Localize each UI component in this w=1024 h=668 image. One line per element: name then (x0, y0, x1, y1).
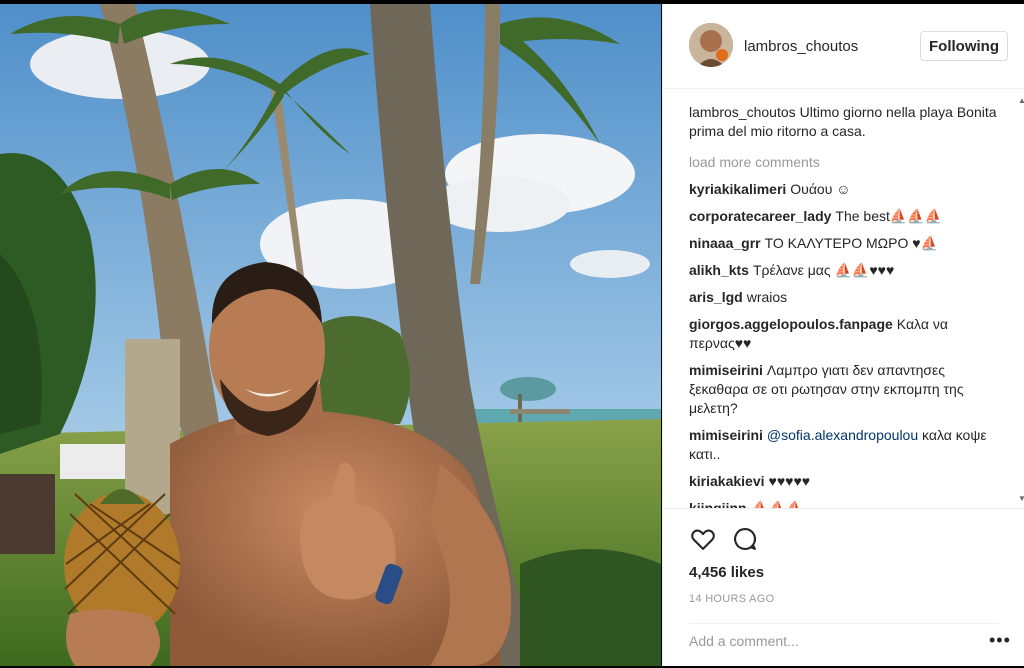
comment-text: The best⛵⛵⛵ (835, 208, 943, 224)
load-more-comments-link[interactable]: load more comments (689, 153, 1004, 172)
add-comment-bar: ••• (689, 623, 1010, 668)
post-header: lambros_choutos Following (663, 4, 1024, 89)
avatar[interactable] (689, 23, 733, 67)
comment-username[interactable]: giorgos.aggelopoulos.fanpage (689, 316, 893, 332)
comment-username[interactable]: alikh_kts (689, 262, 749, 278)
scroll-down-arrow-icon[interactable]: ▼ (1018, 494, 1024, 503)
comment-text: wraios (746, 289, 788, 305)
comment-username[interactable]: kiingiinn (689, 500, 747, 508)
heart-icon[interactable] (689, 525, 717, 553)
comment-username[interactable]: mimiseirini (689, 427, 763, 443)
comment-mention-link[interactable]: @sofia.alexandropoulou (767, 427, 918, 443)
post-caption: lambros_choutos Ultimo giorno nella playa… (689, 103, 1004, 141)
comment-item: ninaaa_grr ΤΟ ΚΑΛΥΤΕΡΟ ΜΩΡΟ ♥⛵ (689, 234, 1004, 253)
beach-photo (0, 4, 661, 666)
comment-item: corporatecareer_lady The best⛵⛵⛵ (689, 207, 1004, 226)
comments-list[interactable]: lambros_choutos Ultimo giorno nella playa… (689, 103, 1004, 508)
post-timestamp[interactable]: 14 HOURS AGO (689, 593, 775, 605)
comment-item: giorgos.aggelopoulos.fanpage Καλα να περν… (689, 315, 1004, 353)
comment-text: ⛵⛵⛵ (750, 500, 803, 508)
post-sidebar: lambros_choutos Following lambros_chouto… (662, 4, 1024, 666)
comment-item: kiriakakievi ♥♥♥♥♥ (689, 472, 1004, 491)
comment-icon[interactable] (731, 525, 759, 553)
comment-username[interactable]: aris_lgd (689, 289, 743, 305)
post-photo[interactable] (0, 4, 661, 666)
comment-item: kyriakikalimeri Ουάου ☺ (689, 180, 1004, 199)
comment-text: ♥♥♥♥♥ (768, 473, 811, 489)
comment-item: mimiseirini @sofia.alexandropoulou καλα κ… (689, 426, 1004, 464)
scroll-up-arrow-icon[interactable]: ▲ (1018, 96, 1024, 105)
add-comment-input[interactable] (689, 633, 969, 649)
post-username[interactable]: lambros_choutos (744, 38, 858, 55)
comment-text: ΤΟ ΚΑΛΥΤΕΡΟ ΜΩΡΟ ♥⛵ (764, 235, 938, 251)
comment-text: Τρέλανε μας ⛵⛵♥♥♥ (752, 262, 895, 278)
comment-username[interactable]: mimiseirini (689, 362, 763, 378)
comment-username[interactable]: corporatecareer_lady (689, 208, 831, 224)
comment-username[interactable]: kiriakakievi (689, 473, 765, 489)
post-actions: 4,456 likes 14 HOURS AGO ••• (663, 508, 1024, 667)
comments-scrollbar[interactable] (1017, 94, 1024, 506)
comment-item: alikh_kts Τρέλανε μας ⛵⛵♥♥♥ (689, 261, 1004, 280)
likes-count[interactable]: 4,456 likes (689, 564, 764, 581)
following-button[interactable]: Following (920, 31, 1008, 61)
comment-item: aris_lgd wraios (689, 288, 1004, 307)
comment-item: kiingiinn ⛵⛵⛵ (689, 499, 1004, 508)
caption-username[interactable]: lambros_choutos (689, 104, 796, 120)
more-options-icon[interactable]: ••• (989, 630, 1011, 651)
comment-username[interactable]: ninaaa_grr (689, 235, 761, 251)
comment-username[interactable]: kyriakikalimeri (689, 181, 786, 197)
comment-item: mimiseirini Λαμπρο γιατι δεν απαντησες ξε… (689, 361, 1004, 418)
comment-text: Ουάου ☺ (790, 181, 851, 197)
avatar-image (689, 23, 733, 67)
